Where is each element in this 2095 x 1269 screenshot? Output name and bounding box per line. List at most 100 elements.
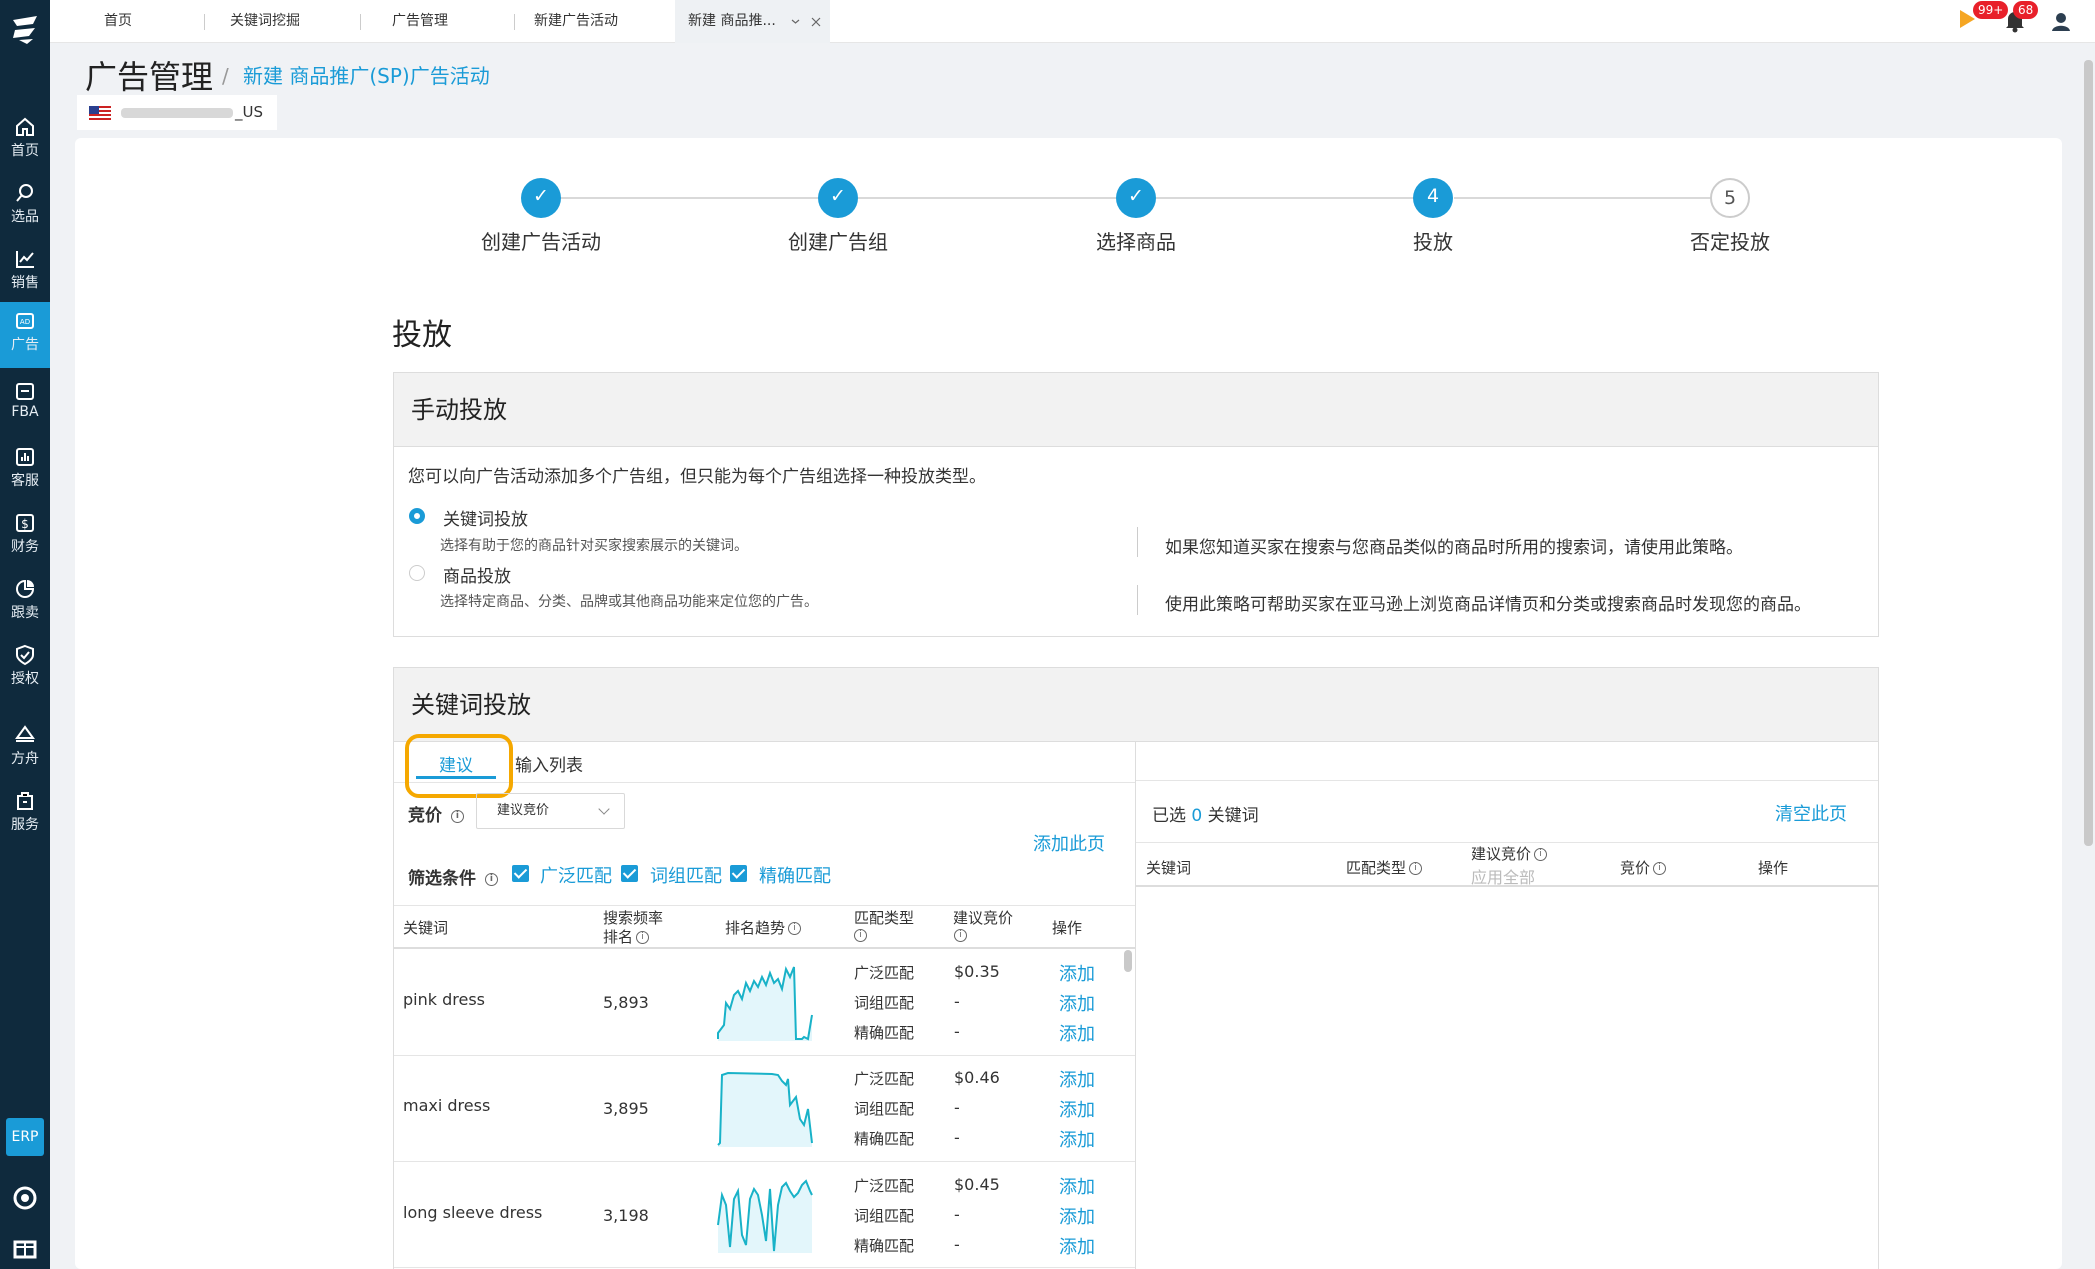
tab-input-list[interactable]: 输入列表 (515, 751, 583, 776)
match-type: 词组匹配 (854, 1207, 915, 1225)
nav-finance[interactable]: $ 财务 (0, 504, 50, 566)
app-logo-icon[interactable] (9, 12, 41, 46)
selected-suffix: 关键词 (1207, 806, 1259, 826)
info-icon: i (636, 931, 650, 944)
panel-split (1135, 742, 1136, 1269)
nav-ads[interactable]: AD 广告 (0, 302, 50, 368)
sel-col-keyword: 关键词 (1146, 859, 1192, 877)
product-targeting-label[interactable]: 商品投放 (443, 562, 511, 587)
shield-icon (16, 644, 34, 666)
tab-keyword-mining[interactable]: 关键词挖掘 (230, 0, 300, 43)
breadcrumb[interactable]: 新建 商品推广(SP)广告活动 (243, 60, 490, 89)
tab-new-sp[interactable]: 新建 商品推... (675, 0, 830, 43)
bid-select[interactable]: 建议竞价 (476, 793, 625, 829)
tab-new-sp-label: 新建 商品推... (688, 13, 776, 29)
add-page-link[interactable]: 添加此页 (1033, 830, 1105, 856)
chevron-down-icon[interactable] (791, 17, 800, 26)
divider (1137, 527, 1138, 557)
info-icon: i (484, 872, 498, 886)
nav-follow-label: 跟卖 (11, 605, 39, 621)
step-2-check: ✓ (818, 178, 858, 218)
selected-count: 已选 0 关键词 (1152, 801, 1259, 826)
tab-new-campaign[interactable]: 新建广告活动 (534, 0, 618, 43)
nav-selection[interactable]: 选品 (0, 174, 50, 236)
bid-label-text: 竞价 (408, 806, 442, 826)
step-2-label: 创建广告组 (788, 230, 888, 254)
support-icon[interactable] (12, 1185, 38, 1211)
nav-follow[interactable]: 跟卖 (0, 570, 50, 632)
product-targeting-tip: 使用此策略可帮助买家在亚马逊上浏览商品详情页和分类或搜索商品时发现您的商品。 (1165, 595, 1811, 615)
filter-phrase-label[interactable]: 词组匹配 (650, 862, 722, 888)
info-icon: i (450, 809, 464, 823)
add-button[interactable]: 添加 (1059, 1096, 1095, 1122)
match-type: 广泛匹配 (854, 1070, 915, 1088)
sidebar: 首页 选品 销售 AD 广告 FBA 客服 $ 财务 跟卖 授权 方舟 服务 E… (0, 0, 50, 1269)
add-button[interactable]: 添加 (1059, 960, 1095, 986)
sel-col-op: 操作 (1758, 859, 1789, 877)
nav-services[interactable]: 服务 (0, 782, 50, 844)
nav-service[interactable]: 客服 (0, 438, 50, 500)
match-type: 精确匹配 (854, 1130, 915, 1148)
dollar-icon: $ (16, 514, 34, 532)
suggested-bid: - (954, 992, 960, 1011)
gift-icon[interactable] (12, 1233, 38, 1259)
filter-broad-checkbox[interactable] (512, 865, 529, 882)
clear-page-link[interactable]: 清空此页 (1775, 800, 1847, 826)
trend-sparkline (717, 965, 813, 1041)
keyword-targeting-label[interactable]: 关键词投放 (443, 505, 528, 530)
col-trend: 排名趋势 i (725, 917, 802, 938)
row-rank: 3,895 (603, 1099, 649, 1118)
building-icon (17, 792, 33, 810)
store-suffix: _US (235, 103, 264, 121)
nav-fba[interactable]: FBA (0, 372, 50, 434)
page-scrollbar[interactable] (2084, 60, 2093, 846)
nav-auth[interactable]: 授权 (0, 636, 50, 698)
user-avatar-icon[interactable] (2049, 9, 2073, 33)
filter-exact-checkbox[interactable] (730, 865, 747, 882)
nav-auth-label: 授权 (11, 671, 39, 687)
add-button[interactable]: 添加 (1059, 1203, 1095, 1229)
close-icon[interactable] (811, 17, 821, 27)
step-1-check: ✓ (521, 178, 561, 218)
col-rank-2-text: 排名 (603, 928, 634, 946)
tab-ad-management[interactable]: 广告管理 (392, 0, 448, 43)
store-selector[interactable]: _US (77, 95, 277, 130)
step-3-check: ✓ (1116, 178, 1156, 218)
step-connector (1156, 197, 1414, 199)
breadcrumb-separator: / (222, 64, 229, 88)
keyword-targeting-radio[interactable] (409, 508, 425, 524)
bell-badge: 68 (2013, 1, 2039, 19)
col-op: 操作 (1052, 919, 1083, 937)
nav-sales[interactable]: 销售 (0, 240, 50, 302)
suggested-bid: - (954, 1022, 960, 1041)
filter-broad-label[interactable]: 广泛匹配 (540, 862, 612, 888)
section-title: 投放 (392, 318, 452, 353)
suggested-bid: - (954, 1205, 960, 1224)
erp-button[interactable]: ERP (6, 1118, 44, 1156)
nav-home[interactable]: 首页 (0, 108, 50, 170)
add-button[interactable]: 添加 (1059, 1233, 1095, 1259)
add-button[interactable]: 添加 (1059, 1020, 1095, 1046)
add-button[interactable]: 添加 (1059, 1066, 1095, 1092)
row-divider (394, 1055, 1135, 1056)
selected-prefix: 已选 (1152, 806, 1186, 826)
filter-phrase-checkbox[interactable] (621, 865, 638, 882)
suggested-bid: $0.45 (954, 1175, 1000, 1194)
product-targeting-radio[interactable] (409, 565, 425, 581)
filter-exact-label[interactable]: 精确匹配 (759, 862, 831, 888)
col-trend-text: 排名趋势 (725, 919, 786, 937)
tab-home[interactable]: 首页 (104, 0, 132, 43)
add-button[interactable]: 添加 (1059, 990, 1095, 1016)
nav-ark[interactable]: 方舟 (0, 716, 50, 778)
home-icon (16, 117, 34, 136)
suggested-bid: - (954, 1098, 960, 1117)
step-connector (1454, 197, 1712, 199)
sel-col-sbid-text: 建议竞价 (1471, 845, 1532, 863)
add-button[interactable]: 添加 (1059, 1126, 1095, 1152)
step-5-label: 否定投放 (1690, 230, 1770, 254)
table-scrollbar[interactable] (1124, 950, 1132, 972)
row-rank: 5,893 (603, 993, 649, 1012)
store-name-redacted (121, 108, 233, 118)
add-button[interactable]: 添加 (1059, 1173, 1095, 1199)
bar-chart-icon (16, 448, 34, 466)
